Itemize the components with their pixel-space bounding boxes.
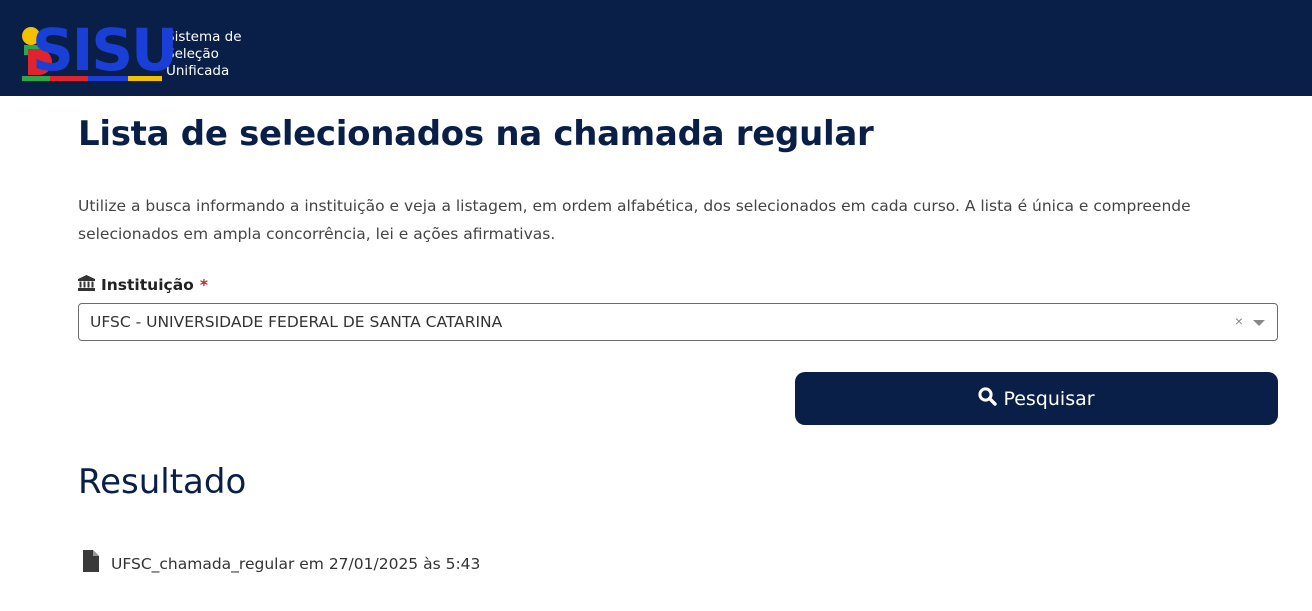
search-button-label: Pesquisar <box>1003 387 1095 410</box>
logo-text-line3: Unificada <box>166 63 230 79</box>
sisu-logo[interactable]: SISU Sistema de Seleção Unificada <box>22 21 242 81</box>
institution-select-value: UFSC - UNIVERSIDADE FEDERAL DE SANTA CAT… <box>90 313 503 331</box>
institution-select[interactable]: UFSC - UNIVERSIDADE FEDERAL DE SANTA CAT… <box>78 303 1278 341</box>
result-title: Resultado <box>78 462 247 502</box>
institution-label: Instituição * <box>78 275 208 295</box>
intro-text: Utilize a busca informando a instituição… <box>78 197 1191 243</box>
sisu-logo-mark: SISU <box>22 21 178 81</box>
bank-icon <box>78 275 95 295</box>
search-icon <box>978 386 998 411</box>
institution-label-text: Instituição <box>101 276 194 294</box>
clear-icon[interactable]: × <box>1235 313 1243 329</box>
file-icon <box>80 550 102 577</box>
logo-text-line2: Seleção <box>166 46 219 62</box>
result-file-item[interactable]: UFSC_chamada_regular em 27/01/2025 às 5:… <box>80 550 480 577</box>
logo-text-line1: Sistema de <box>166 29 242 45</box>
search-button[interactable]: Pesquisar <box>795 372 1278 425</box>
result-file-link[interactable]: UFSC_chamada_regular em 27/01/2025 às 5:… <box>111 555 480 573</box>
page-title: Lista de selecionados na chamada regular <box>78 114 874 154</box>
chevron-down-icon[interactable] <box>1253 320 1265 326</box>
required-mark: * <box>199 276 208 294</box>
top-header: SISU Sistema de Seleção Unificada <box>0 0 1312 96</box>
logo-text: Sistema de Seleção Unificada <box>166 29 242 80</box>
logo-letters: SISU <box>32 16 178 84</box>
